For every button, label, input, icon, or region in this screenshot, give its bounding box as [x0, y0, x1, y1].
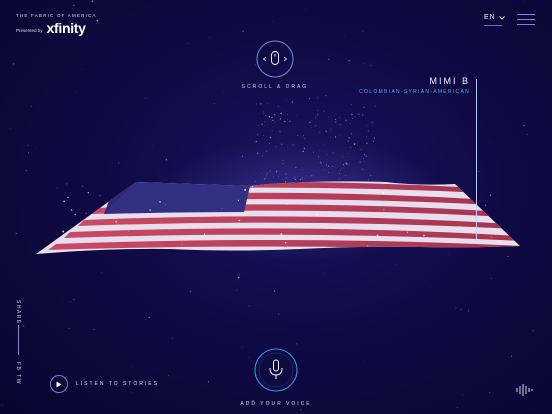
- add-your-voice-label: ADD YOUR VOICE: [240, 401, 312, 407]
- microphone-icon[interactable]: [254, 348, 298, 392]
- share-divider: [18, 325, 19, 355]
- listen-label: LISTEN TO STORIES: [76, 381, 159, 387]
- share-panel: SHARE FB TW: [9, 300, 21, 385]
- person-origin: COLOMBIAN-SYRIAN-AMERICAN: [359, 89, 470, 95]
- play-icon: [50, 375, 68, 393]
- person-pointer-line: [476, 79, 477, 241]
- share-label: SHARE: [15, 300, 21, 325]
- story-person-label[interactable]: MIMI B COLOMBIAN-SYRIAN-AMERICAN: [359, 76, 470, 95]
- listen-to-stories-button[interactable]: LISTEN TO STORIES: [50, 375, 159, 393]
- person-name: MIMI B: [429, 76, 470, 86]
- person-pointer-dot[interactable]: [473, 239, 479, 244]
- share-networks[interactable]: FB TW: [15, 362, 21, 385]
- sound-wave-icon[interactable]: [516, 383, 534, 397]
